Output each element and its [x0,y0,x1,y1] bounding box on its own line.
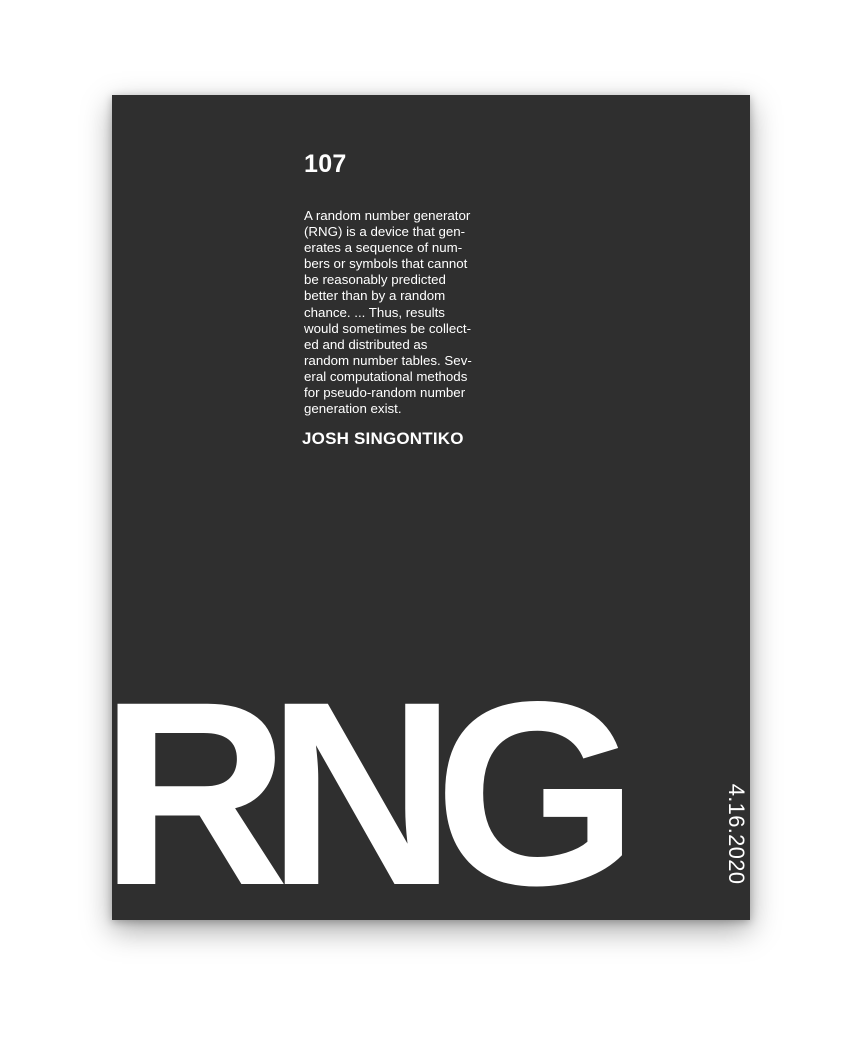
poster-date: 4.16.2020 [724,783,749,885]
poster-title: RNG [112,647,638,921]
poster: 107 A random number generator (RNG) is a… [112,95,750,920]
description-text: A random number generator (RNG) is a dev… [304,208,472,417]
issue-number: 107 [304,150,347,178]
author-name: JOSH SINGONTIKO [302,429,464,448]
